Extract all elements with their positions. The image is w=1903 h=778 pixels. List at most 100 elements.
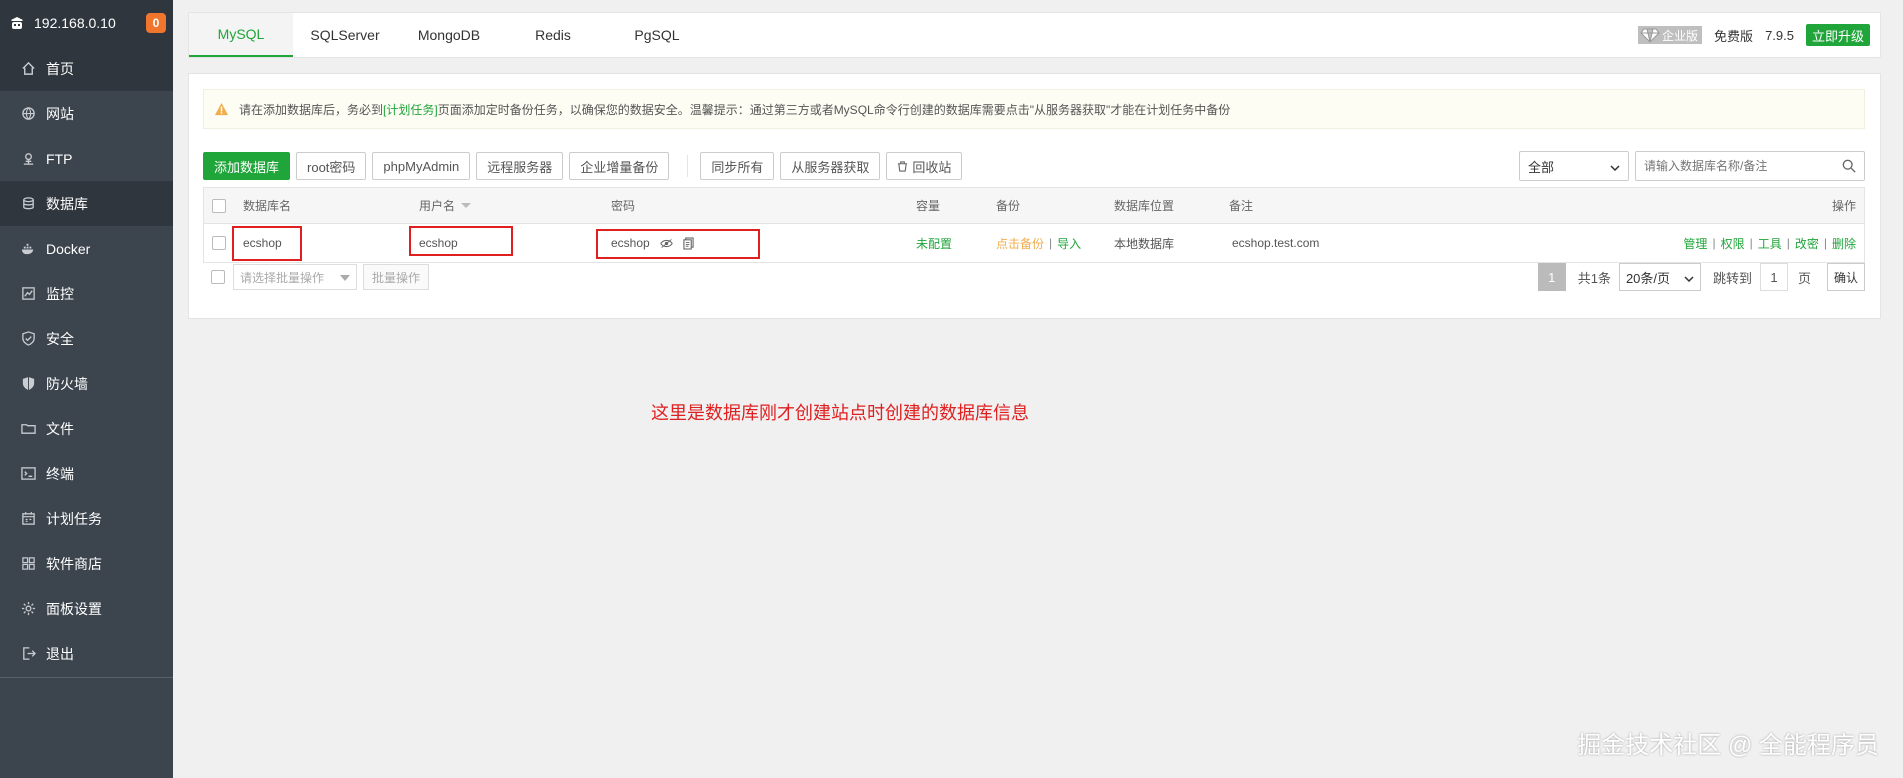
sidebar-item-monitor[interactable]: 监控 xyxy=(0,271,173,316)
col-remark: 备注 xyxy=(1229,199,1254,213)
upgrade-button[interactable]: 立即升级 xyxy=(1805,24,1870,46)
warning-icon xyxy=(214,102,229,117)
batch-operation-button[interactable]: 批量操作 xyxy=(363,264,430,290)
notification-badge[interactable]: 0 xyxy=(146,13,166,33)
cron-task-link[interactable]: [计划任务] xyxy=(383,101,438,118)
footer-checkbox[interactable] xyxy=(211,270,225,284)
delete-link[interactable]: 删除 xyxy=(1832,235,1856,252)
table-header: 数据库名 用户名 密码 容量 备份 数据库位置 备注 操作 xyxy=(204,188,1864,224)
jump-confirm-button[interactable]: 确认 xyxy=(1826,263,1865,291)
manage-link[interactable]: 管理 xyxy=(1683,235,1707,252)
sidebar-item-logout[interactable]: 退出 xyxy=(0,631,173,676)
database-panel: 请在添加数据库后，务必到 [计划任务] 页面添加定时备份任务，以确保您的数据安全… xyxy=(188,73,1881,319)
select-all-checkbox[interactable] xyxy=(212,188,226,223)
sidebar-item-website[interactable]: 网站 xyxy=(0,91,173,136)
sidebar-divider xyxy=(0,677,173,678)
tab-pgsql[interactable]: PgSQL xyxy=(605,13,709,57)
backup-link[interactable]: 点击备份 xyxy=(996,235,1044,252)
batch-operation-select[interactable]: 请选择批量操作 xyxy=(233,264,357,290)
backup-cell: 点击备份 | 导入 xyxy=(996,224,1081,262)
page-number-current[interactable]: 1 xyxy=(1537,263,1566,291)
tab-mysql[interactable]: MySQL xyxy=(189,13,293,57)
gear-icon xyxy=(20,601,36,617)
docker-icon xyxy=(20,241,36,257)
col-password: 密码 xyxy=(611,199,636,213)
highlight-box-username xyxy=(409,226,513,256)
tab-mongodb[interactable]: MongoDB xyxy=(397,13,501,57)
col-location: 数据库位置 xyxy=(1114,199,1175,213)
sidebar-item-files[interactable]: 文件 xyxy=(0,406,173,451)
col-username[interactable]: 用户名 xyxy=(419,188,472,223)
import-link[interactable]: 导入 xyxy=(1057,235,1081,252)
table-footer: 请选择批量操作 批量操作 1 共1条 20条/页 跳转到 1 页 确认 xyxy=(203,262,1865,292)
sidebar-item-terminal[interactable]: 终端 xyxy=(0,451,173,496)
enterprise-backup-button[interactable]: 企业增量备份 xyxy=(569,152,670,180)
enterprise-label: 企业版 xyxy=(1662,28,1699,43)
toolbar-filters: 全部 xyxy=(1519,151,1865,181)
logout-icon xyxy=(20,646,36,662)
sidebar-item-firewall[interactable]: 防火墙 xyxy=(0,361,173,406)
watermark: 掘金技术社区 @ 全能程序员 xyxy=(1577,732,1879,759)
chevron-down-icon xyxy=(1684,270,1694,285)
chevron-down-icon xyxy=(1610,159,1620,174)
col-username-label: 用户名 xyxy=(419,199,456,213)
sidebar-item-label: Docker xyxy=(46,240,91,257)
sidebar-item-security[interactable]: 安全 xyxy=(0,316,173,361)
sidebar-item-database[interactable]: 数据库 xyxy=(0,181,173,226)
tab-sqlserver[interactable]: SQLServer xyxy=(293,13,397,57)
search-input[interactable] xyxy=(1636,153,1831,179)
sidebar-item-label: 数据库 xyxy=(46,195,88,212)
root-password-button[interactable]: root密码 xyxy=(296,152,367,180)
sidebar-item-label: 退出 xyxy=(46,645,74,662)
sidebar: 192.168.0.10 0 首页 网站 FTP 数据库 Docker 监控 安… xyxy=(0,0,173,778)
sidebar-item-docker[interactable]: Docker xyxy=(0,226,173,271)
db-filter-value: 全部 xyxy=(1528,159,1555,175)
phpmyadmin-button[interactable]: phpMyAdmin xyxy=(372,152,471,180)
recycle-bin-button[interactable]: 回收站 xyxy=(886,152,963,180)
col-actions: 操作 xyxy=(1831,199,1856,213)
change-password-link[interactable]: 改密 xyxy=(1795,235,1819,252)
shield-icon xyxy=(20,331,36,347)
col-db-name[interactable]: 数据库名 xyxy=(243,188,291,223)
permission-link[interactable]: 权限 xyxy=(1721,235,1745,252)
diamond-icon xyxy=(1640,27,1660,43)
notice-text-1: 请在添加数据库后，务必到 xyxy=(239,102,384,117)
total-count: 共1条 xyxy=(1577,270,1611,286)
folder-icon xyxy=(20,421,36,437)
remark-cell[interactable]: ecshop.test.com xyxy=(1232,224,1319,262)
annotation-text: 这里是数据库刚才创建站点时创建的数据库信息 xyxy=(651,403,1029,423)
location-cell: 本地数据库 xyxy=(1114,236,1175,251)
page-size-select[interactable]: 20条/页 xyxy=(1618,263,1701,291)
enterprise-badge[interactable]: 企业版 xyxy=(1638,26,1703,44)
version-area: 企业版 免费版 7.9.5 立即升级 xyxy=(1638,13,1880,57)
sidebar-item-home[interactable]: 首页 xyxy=(0,46,173,91)
actions-cell: 管理 | 权限 | 工具 | 改密 | 删除 xyxy=(1683,224,1856,262)
add-database-button[interactable]: 添加数据库 xyxy=(203,152,291,180)
capacity-cell[interactable]: 未配置 xyxy=(916,224,952,262)
sync-all-button[interactable]: 同步所有 xyxy=(700,152,775,180)
backup-notice: 请在添加数据库后，务必到 [计划任务] 页面添加定时备份任务，以确保您的数据安全… xyxy=(203,89,1865,129)
sidebar-item-app-store[interactable]: 软件商店 xyxy=(0,541,173,586)
remote-server-button[interactable]: 远程服务器 xyxy=(476,152,564,180)
separator: | xyxy=(1712,236,1716,250)
sidebar-item-settings[interactable]: 面板设置 xyxy=(0,586,173,631)
server-host: 192.168.0.10 xyxy=(34,15,116,31)
table-row: ecshop ecshop ecshop 未配置 点击备份 | 导入 本地数据库… xyxy=(204,224,1864,262)
row-checkbox[interactable] xyxy=(212,224,226,262)
db-filter-select[interactable]: 全部 xyxy=(1519,151,1629,181)
tab-redis[interactable]: Redis xyxy=(501,13,605,57)
db-type-tabs: MySQL SQLServer MongoDB Redis PgSQL 企业版 … xyxy=(188,12,1881,58)
tools-link[interactable]: 工具 xyxy=(1758,235,1782,252)
sidebar-item-label: 监控 xyxy=(46,285,74,302)
search-icon[interactable] xyxy=(1842,159,1856,173)
get-from-server-button[interactable]: 从服务器获取 xyxy=(780,152,881,180)
batch-placeholder: 请选择批量操作 xyxy=(240,270,325,285)
database-table: 数据库名 用户名 密码 容量 备份 数据库位置 备注 操作 ecshop ecs… xyxy=(203,187,1865,263)
jump-page-input[interactable]: 1 xyxy=(1759,263,1788,291)
sidebar-item-cron[interactable]: 计划任务 xyxy=(0,496,173,541)
database-icon xyxy=(20,196,36,212)
sidebar-item-ftp[interactable]: FTP xyxy=(0,136,173,181)
sidebar-item-label: 面板设置 xyxy=(46,600,102,617)
firewall-icon xyxy=(20,376,36,392)
highlight-box-dbname xyxy=(232,226,302,261)
